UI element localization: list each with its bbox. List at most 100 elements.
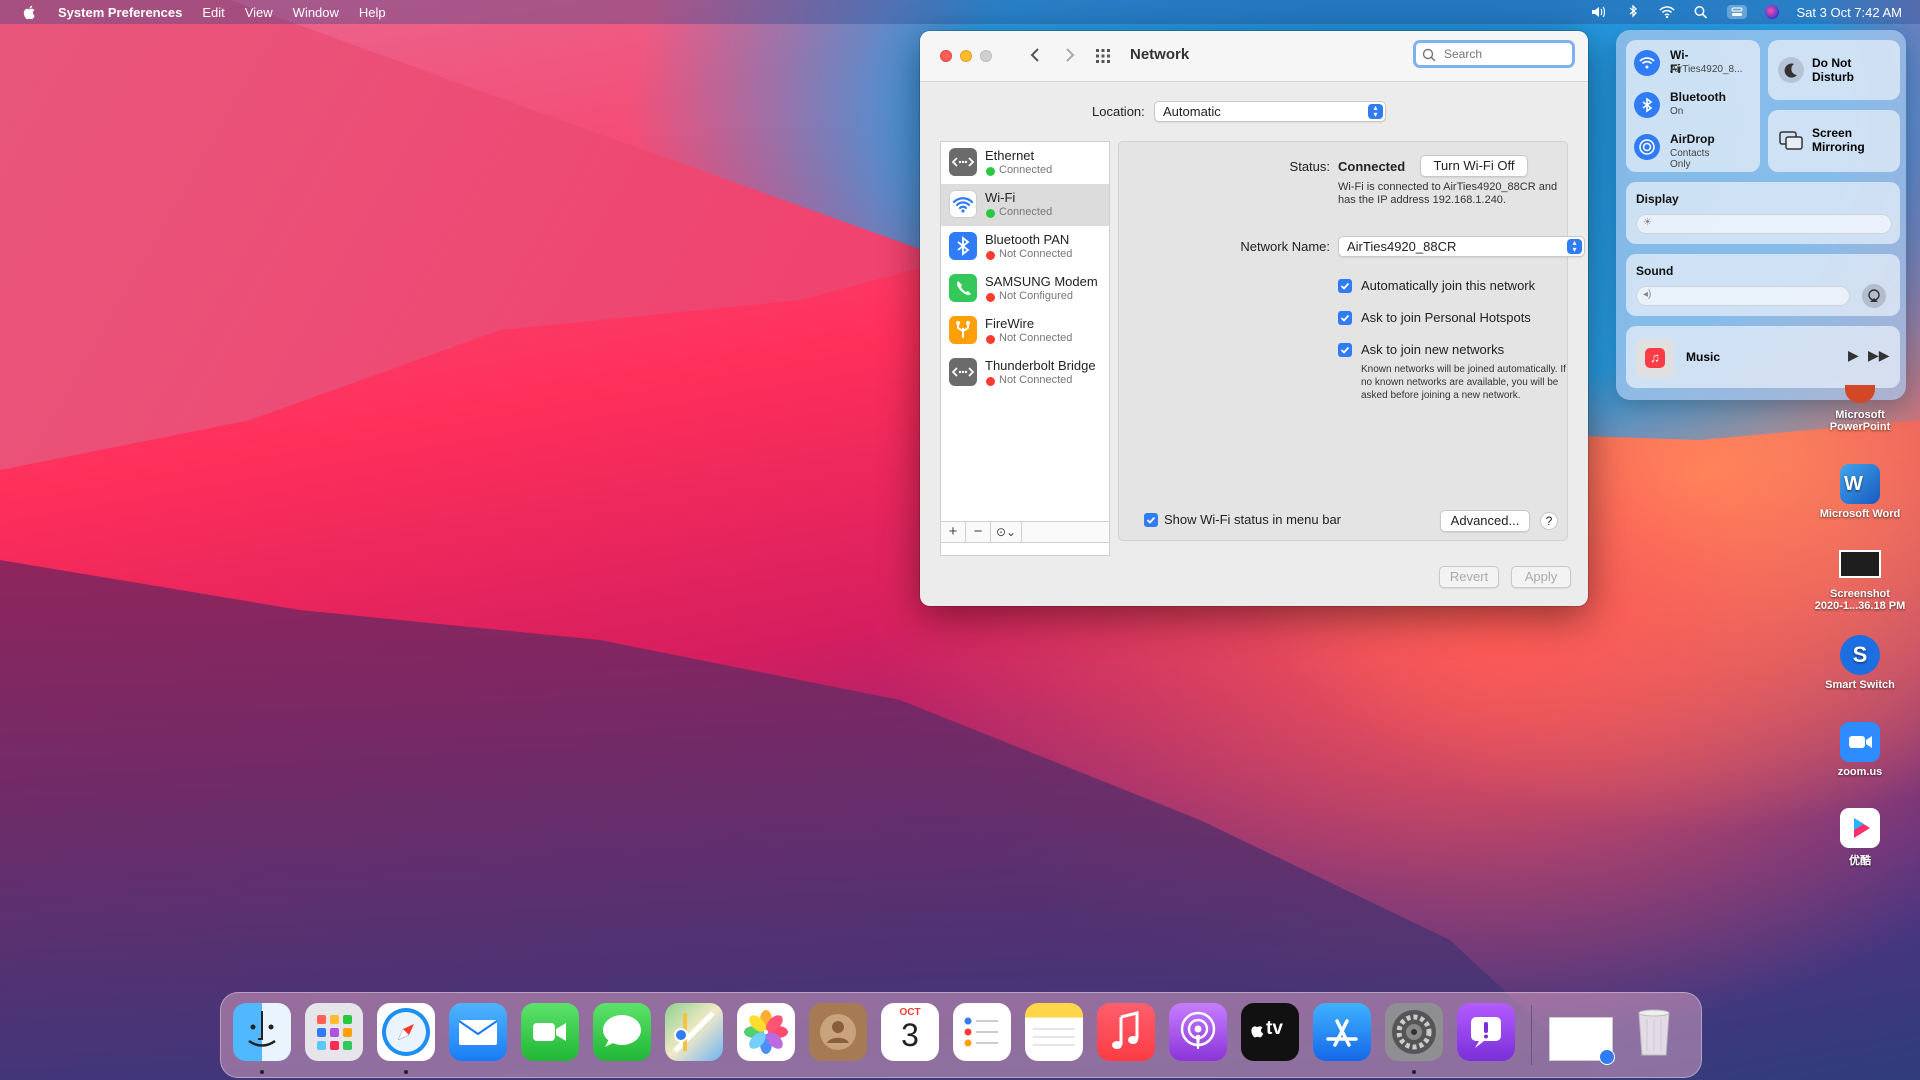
dock-calendar[interactable]: OCT 3 — [881, 1003, 939, 1061]
dock-podcasts[interactable] — [1169, 1003, 1227, 1061]
revert-button[interactable]: Revert — [1439, 566, 1499, 588]
volume-icon[interactable] — [1591, 5, 1607, 19]
service-name: SAMSUNG Modem — [985, 274, 1098, 289]
cc-airdrop-title: AirDrop — [1670, 132, 1715, 146]
apple-icon[interactable] — [22, 4, 38, 20]
dock-notes[interactable] — [1025, 1003, 1083, 1061]
dock-photos[interactable] — [737, 1003, 795, 1061]
menu-help[interactable]: Help — [359, 5, 386, 20]
dock-downloads-stack[interactable] — [1547, 1003, 1615, 1065]
sound-label: Sound — [1636, 264, 1674, 278]
finder-icon — [248, 1011, 276, 1047]
desktop-icon-word[interactable]: W Microsoft Word — [1805, 464, 1915, 520]
spotlight-icon[interactable] — [1693, 5, 1709, 19]
help-button[interactable]: ? — [1540, 512, 1558, 530]
auto-join-label: Automatically join this network — [1361, 278, 1536, 293]
desktop-icon-screenshot[interactable]: Screenshot 2020-1...36.18 PM — [1805, 550, 1915, 612]
display-brightness-slider[interactable]: ☀ — [1636, 214, 1892, 234]
dock-facetime[interactable] — [521, 1003, 579, 1061]
checkmark-icon — [1146, 516, 1156, 524]
dock-maps[interactable] — [665, 1003, 723, 1061]
cc-wifi-sub: AirTies4920_8... — [1670, 64, 1743, 75]
podcasts-icon — [1180, 1011, 1216, 1049]
service-ethernet[interactable]: Ethernet Connected — [941, 142, 1109, 184]
play-button[interactable]: ▶ — [1848, 347, 1859, 364]
dock-app-store[interactable] — [1313, 1003, 1371, 1061]
service-actions-button[interactable]: ⊙⌄ — [991, 522, 1022, 542]
desktop-icon-label: 2020-1...36.18 PM — [1814, 600, 1906, 612]
airplay-audio-button[interactable] — [1862, 284, 1886, 308]
thunderbolt-icon — [949, 358, 977, 386]
dock-launchpad[interactable] — [305, 1003, 363, 1061]
add-service-button[interactable]: + — [941, 522, 966, 542]
volume-slider[interactable]: ◂) — [1636, 286, 1850, 306]
location-select[interactable]: Automatic ▴ ▾ — [1154, 101, 1386, 122]
cc-bluetooth-title: Bluetooth — [1670, 90, 1726, 104]
new-networks-label: Ask to join new networks — [1361, 342, 1505, 357]
dock-safari[interactable] — [377, 1003, 435, 1061]
dock-mail[interactable] — [449, 1003, 507, 1061]
show-all-grid-icon[interactable] — [1095, 48, 1111, 64]
turn-wifi-off-button[interactable]: Turn Wi-Fi Off — [1420, 155, 1528, 177]
service-wifi[interactable]: Wi-Fi Connected — [941, 184, 1109, 226]
desktop-icon-label: zoom.us — [1837, 766, 1883, 778]
dock-finder[interactable] — [233, 1003, 291, 1061]
app-store-icon — [1326, 1019, 1358, 1047]
service-samsung-modem[interactable]: SAMSUNG Modem Not Configured — [941, 268, 1109, 310]
desktop-icon-smart-switch[interactable]: S Smart Switch — [1805, 635, 1915, 691]
mirroring-label-line1: Screen — [1812, 126, 1853, 140]
advanced-button[interactable]: Advanced... — [1440, 510, 1530, 532]
chevron-right-icon — [1066, 48, 1075, 62]
status-dot — [986, 209, 995, 218]
show-wifi-status-checkbox[interactable] — [1144, 513, 1158, 527]
control-center-icon[interactable] — [1726, 5, 1747, 19]
siri-icon[interactable] — [1764, 5, 1779, 19]
menu-bar: System Preferences Edit View Window Help… — [0, 0, 1920, 24]
dock-system-preferences[interactable] — [1385, 1003, 1443, 1061]
dock-reminders[interactable] — [953, 1003, 1011, 1061]
wifi-icon[interactable] — [1658, 5, 1675, 19]
back-button[interactable] — [1025, 45, 1045, 67]
menu-window[interactable]: Window — [293, 5, 339, 20]
contacts-icon — [820, 1014, 856, 1050]
desktop-icon-youku[interactable]: 优酷 — [1805, 808, 1915, 868]
skip-forward-button[interactable]: ▶▶ — [1868, 347, 1890, 364]
menu-edit[interactable]: Edit — [202, 5, 224, 20]
minimize-button[interactable] — [960, 50, 972, 62]
location-value: Automatic — [1163, 104, 1221, 119]
dock-feedback-assistant[interactable] — [1457, 1003, 1515, 1061]
service-bluetooth-pan[interactable]: Bluetooth PAN Not Connected — [941, 226, 1109, 268]
menu-view[interactable]: View — [245, 5, 273, 20]
cc-do-not-disturb[interactable]: Do Not Disturb — [1768, 40, 1900, 100]
personal-hotspots-checkbox[interactable] — [1338, 311, 1352, 325]
menu-app-name[interactable]: System Preferences — [58, 5, 182, 20]
search-input[interactable] — [1442, 46, 1566, 62]
desktop-icon-zoom[interactable]: zoom.us — [1805, 722, 1915, 778]
service-thunderbolt-bridge[interactable]: Thunderbolt Bridge Not Connected — [941, 352, 1109, 394]
menu-clock[interactable]: Sat 3 Oct 7:42 AM — [1797, 5, 1903, 20]
new-networks-checkbox[interactable] — [1338, 343, 1352, 357]
status-description-line2: has the IP address 192.168.1.240. — [1338, 194, 1506, 206]
dock-trash[interactable] — [1625, 1003, 1683, 1061]
close-button[interactable] — [940, 50, 952, 62]
dock-tv[interactable]: tv — [1241, 1003, 1299, 1061]
service-firewire[interactable]: FireWire Not Connected — [941, 310, 1109, 352]
chevron-left-icon — [1030, 48, 1039, 62]
auto-join-checkbox[interactable] — [1338, 279, 1352, 293]
dock-contacts[interactable] — [809, 1003, 867, 1061]
cc-screen-mirroring[interactable]: Screen Mirroring — [1768, 110, 1900, 172]
network-name-select[interactable]: AirTies4920_88CR ▴ ▾ — [1338, 236, 1585, 257]
desktop-icon-powerpoint[interactable]: Microsoft PowerPoint — [1805, 385, 1915, 433]
forward-button[interactable] — [1060, 45, 1080, 67]
bluetooth-icon[interactable] — [1625, 5, 1641, 19]
apply-button[interactable]: Apply — [1511, 566, 1571, 588]
remove-service-button[interactable]: − — [966, 522, 991, 542]
zoom-button[interactable] — [980, 50, 992, 62]
dock-music[interactable] — [1097, 1003, 1155, 1061]
network-name-label: Network Name: — [1240, 239, 1330, 254]
service-list: Ethernet Connected Wi-Fi Connected Bluet… — [940, 141, 1110, 556]
search-field[interactable] — [1413, 40, 1575, 68]
desktop-icon-label: 优酷 — [1849, 855, 1871, 867]
dock-messages[interactable] — [593, 1003, 651, 1061]
safari-icon — [382, 1008, 430, 1056]
